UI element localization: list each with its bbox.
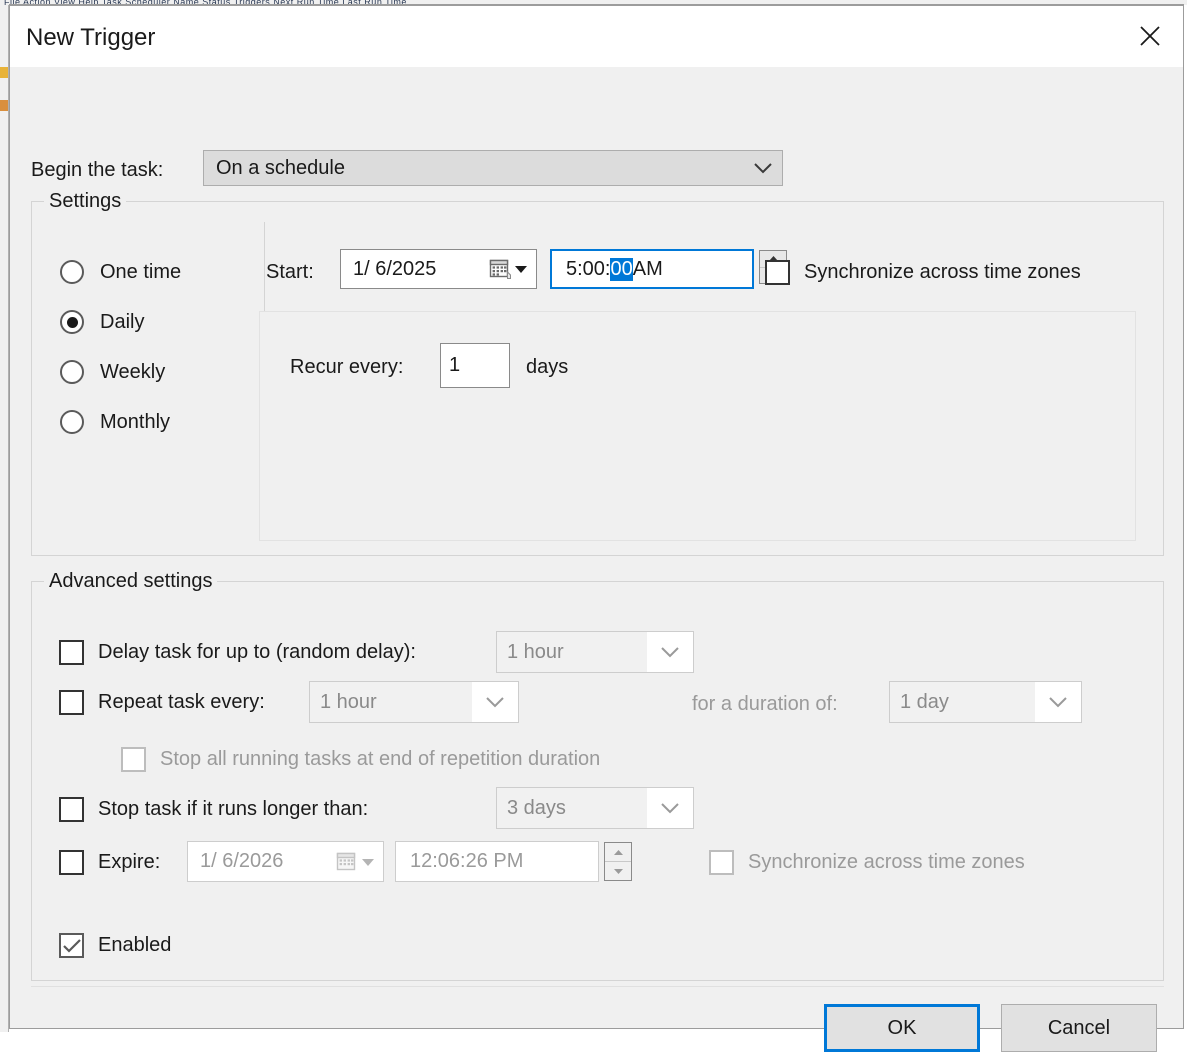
advanced-settings-group: Advanced settings Delay task for up to (…: [31, 570, 1164, 981]
begin-task-label: Begin the task:: [31, 159, 164, 181]
recur-every-input[interactable]: 1: [440, 343, 510, 388]
repeat-task-label: Repeat task every:: [98, 691, 265, 713]
chevron-down-icon: [472, 696, 518, 708]
expire-date-value: 1/ 6/2026: [200, 850, 284, 872]
radio-label: One time: [100, 260, 182, 283]
checkbox-indicator: [59, 933, 84, 958]
start-time-prefix: 5:00:: [566, 257, 611, 280]
checkbox-indicator: [59, 690, 84, 715]
radio-indicator: [60, 410, 84, 434]
radio-indicator: [60, 260, 84, 284]
chevron-down-icon: [647, 646, 693, 658]
begin-task-value: On a schedule: [216, 156, 345, 179]
start-date-input[interactable]: 1/ 6/2025: [340, 249, 537, 289]
sync-time-zones-checkbox-expire[interactable]: Synchronize across time zones: [709, 850, 1025, 875]
enabled-label: Enabled: [98, 934, 172, 956]
new-trigger-dialog: New Trigger Begin the task: On a schedul…: [9, 4, 1184, 1052]
dialog-title: New Trigger: [26, 24, 156, 51]
start-time-suffix: AM: [632, 257, 663, 280]
checkbox-indicator: [765, 260, 790, 285]
footer-divider: [31, 986, 1164, 987]
sync-time-zones-label: Synchronize across time zones: [804, 261, 1081, 283]
chevron-down-icon: [1035, 696, 1081, 708]
stop-all-running-checkbox[interactable]: Stop all running tasks at end of repetit…: [121, 747, 600, 772]
checkbox-indicator: [709, 850, 734, 875]
radio-daily[interactable]: Daily: [60, 310, 144, 334]
spinner-up-icon[interactable]: [605, 843, 631, 862]
dialog-titlebar: New Trigger: [10, 6, 1183, 68]
close-icon[interactable]: [1117, 6, 1183, 66]
delay-task-duration-select[interactable]: 1 hour: [496, 631, 694, 673]
radio-label: Daily: [100, 310, 145, 333]
radio-label: Weekly: [100, 360, 166, 383]
start-label: Start:: [266, 261, 314, 283]
expire-date-input[interactable]: 1/ 6/2026: [187, 841, 384, 882]
expire-time-spinner[interactable]: [604, 842, 632, 881]
stop-if-longer-duration-value: 3 days: [497, 788, 647, 828]
repeat-task-checkbox[interactable]: Repeat task every:: [59, 690, 265, 715]
start-time-input[interactable]: 5:00: 00 AM: [550, 249, 754, 289]
chevron-down-icon: [744, 162, 782, 174]
repeat-task-interval-value: 1 hour: [310, 682, 472, 722]
start-date-value: 1/ 6/2025: [353, 257, 437, 280]
radio-label: Monthly: [100, 410, 171, 433]
delay-task-label: Delay task for up to (random delay):: [98, 641, 416, 663]
sync-time-zones-checkbox-top[interactable]: Synchronize across time zones: [765, 260, 1081, 285]
background-window-left-edge: [0, 5, 9, 1032]
checkbox-indicator: [59, 640, 84, 665]
radio-one-time[interactable]: One time: [60, 260, 181, 284]
repeat-task-interval-select[interactable]: 1 hour: [309, 681, 519, 723]
recur-unit-label: days: [526, 356, 569, 378]
radio-indicator: [60, 360, 84, 384]
radio-weekly[interactable]: Weekly: [60, 360, 165, 384]
cancel-button[interactable]: Cancel: [1001, 1004, 1157, 1052]
recur-every-value: 1: [449, 354, 461, 376]
calendar-icon: [336, 851, 383, 873]
expire-checkbox[interactable]: Expire:: [59, 850, 160, 875]
radio-monthly[interactable]: Monthly: [60, 410, 170, 434]
settings-group-legend: Settings: [44, 190, 127, 213]
expire-time-input[interactable]: 12:06:26 PM: [395, 841, 599, 882]
stop-if-longer-label: Stop task if it runs longer than:: [98, 798, 369, 820]
expire-time-value: 12:06:26 PM: [410, 850, 524, 872]
repeat-task-duration-select[interactable]: 1 day: [889, 681, 1082, 723]
delay-task-duration-value: 1 hour: [497, 632, 647, 672]
enabled-checkbox[interactable]: Enabled: [59, 933, 171, 958]
delay-task-checkbox[interactable]: Delay task for up to (random delay):: [59, 640, 416, 665]
chevron-down-icon: [647, 802, 693, 814]
triangle-down-icon: [362, 858, 374, 866]
ok-button[interactable]: OK: [824, 1004, 980, 1052]
triangle-down-icon: [515, 266, 527, 273]
begin-task-select[interactable]: On a schedule: [203, 150, 783, 186]
sync-time-zones-label: Synchronize across time zones: [748, 851, 1025, 873]
dialog-body: Begin the task: On a schedule Settings O…: [10, 68, 1183, 1052]
stop-if-longer-checkbox[interactable]: Stop task if it runs longer than:: [59, 797, 368, 822]
checkbox-indicator: [121, 747, 146, 772]
start-time-selected-segment[interactable]: 00: [610, 257, 633, 281]
checkbox-indicator: [59, 850, 84, 875]
advanced-settings-legend: Advanced settings: [44, 570, 218, 593]
calendar-icon[interactable]: [489, 258, 536, 280]
checkbox-indicator: [59, 797, 84, 822]
repeat-task-duration-value: 1 day: [890, 682, 1035, 722]
recur-every-label: Recur every:: [290, 356, 404, 378]
duration-of-label: for a duration of:: [692, 693, 838, 715]
stop-if-longer-duration-select[interactable]: 3 days: [496, 787, 694, 829]
spinner-down-icon[interactable]: [605, 862, 631, 880]
radio-indicator: [60, 310, 84, 334]
stop-all-running-label: Stop all running tasks at end of repetit…: [160, 748, 601, 770]
recurrence-panel: Recur every: 1 days: [259, 311, 1136, 541]
expire-label: Expire:: [98, 851, 161, 873]
